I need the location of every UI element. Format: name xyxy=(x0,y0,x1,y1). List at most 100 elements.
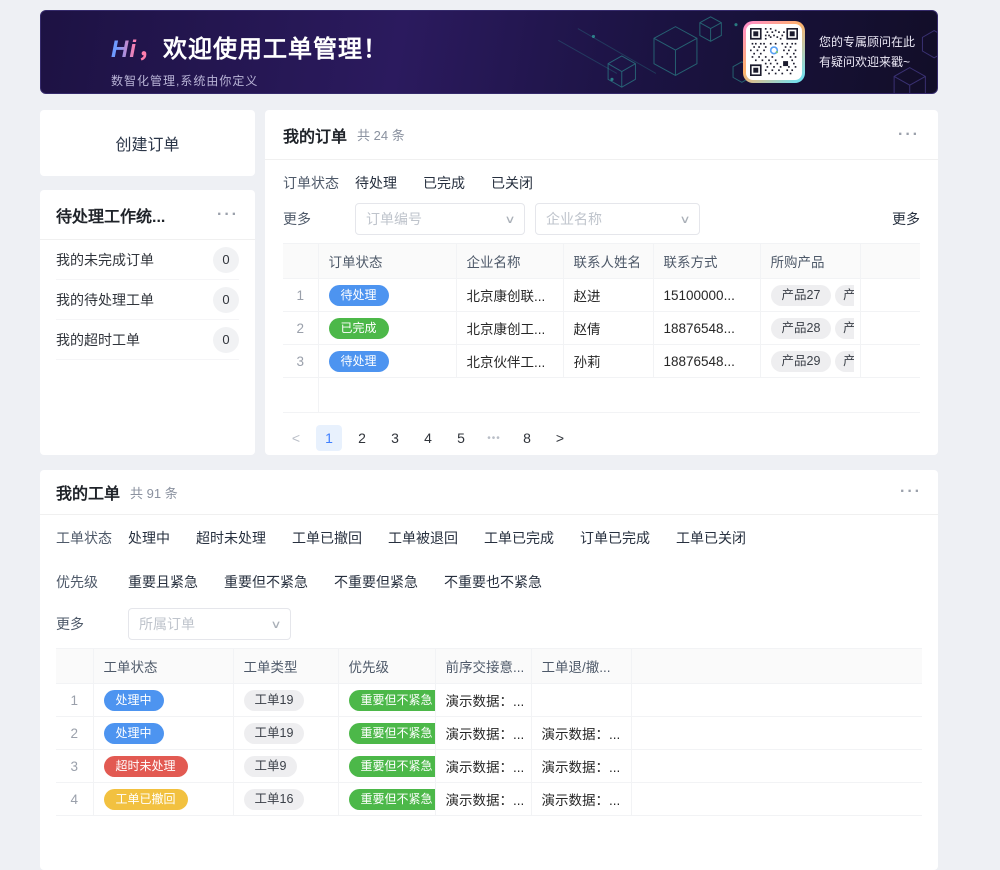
tickets-table: 工单状态 工单类型 优先级 前序交接意... 工单退/撤... 1 处理中 工单… xyxy=(56,648,922,816)
ticket-type-tag: 工单19 xyxy=(244,723,305,744)
count-badge: 0 xyxy=(213,247,239,273)
priority-option-not-important-urgent[interactable]: 不重要但紧急 xyxy=(334,572,418,592)
ticket-status-option-closed[interactable]: 工单已关闭 xyxy=(676,528,746,548)
ticket-type-tag: 工单9 xyxy=(244,756,298,777)
col-order-status: 订单状态 xyxy=(318,244,456,279)
stat-item-overtime-tickets[interactable]: 我的超时工单 0 xyxy=(56,320,239,360)
stat-item-pending-tickets[interactable]: 我的待处理工单 0 xyxy=(56,280,239,320)
count-badge: 0 xyxy=(213,287,239,313)
order-status-filter-row: 订单状态 待处理 已完成 已关闭 xyxy=(283,173,920,193)
pagination-page-4[interactable]: 4 xyxy=(415,425,441,451)
ticket-status-option-order-done[interactable]: 订单已完成 xyxy=(580,528,650,548)
order-row[interactable]: 1 待处理 北京康创联... 赵进 15100000... 产品27 产 xyxy=(283,279,920,312)
status-badge: 已完成 xyxy=(329,318,389,339)
tickets-more-filter-row: 更多 所属订单 ∨ xyxy=(56,608,922,640)
banner-hi: Hi xyxy=(111,36,138,63)
parent-order-select[interactable]: 所属订单 ∨ xyxy=(128,608,291,640)
qr-code xyxy=(743,21,805,83)
priority-label: 优先级 xyxy=(56,572,128,592)
order-row[interactable]: 3 待处理 北京伙伴工... 孙莉 18876548... 产品29 产 xyxy=(283,345,920,378)
order-status-option-closed[interactable]: 已关闭 xyxy=(491,173,533,193)
order-status-label: 订单状态 xyxy=(283,173,355,193)
order-row[interactable]: 2 已完成 北京康创工... 赵倩 18876548... 产品28 产 xyxy=(283,312,920,345)
create-order-button[interactable]: 创建订单 xyxy=(40,110,255,176)
tickets-more-label: 更多 xyxy=(56,614,128,634)
orders-more-icon[interactable]: ··· xyxy=(898,130,920,140)
status-badge: 工单已撤回 xyxy=(104,789,188,810)
order-number-select[interactable]: 订单编号 ∨ xyxy=(355,203,525,235)
my-tickets-card: 我的工单 共 91 条 ··· 工单状态 处理中 超时未处理 工单已撤回 工单被… xyxy=(40,470,938,870)
tickets-more-icon[interactable]: ··· xyxy=(900,487,922,497)
orders-more-filter-row: 更多 订单编号 ∨ 企业名称 ∨ 更多 xyxy=(283,203,920,235)
pagination-page-5[interactable]: 5 xyxy=(448,425,474,451)
stats-more-icon[interactable]: ··· xyxy=(217,210,239,220)
stats-card-title: 待处理工作统... xyxy=(56,203,165,227)
banner-greeting: 欢迎使用工单管理！ xyxy=(163,36,388,63)
priority-option-not-important-not-urgent[interactable]: 不重要也不紧急 xyxy=(444,572,542,592)
pagination-page-2[interactable]: 2 xyxy=(349,425,375,451)
ticket-status-option-ticket-done[interactable]: 工单已完成 xyxy=(484,528,554,548)
ticket-type-tag: 工单16 xyxy=(244,789,305,810)
ticket-row[interactable]: 1 处理中 工单19 重要但不紧急 演示数据：... xyxy=(56,684,922,717)
pagination-ellipsis[interactable]: ••• xyxy=(481,425,507,451)
product-tag-clipped: 产 xyxy=(835,351,854,372)
col-company: 企业名称 xyxy=(456,244,563,279)
order-status-option-done[interactable]: 已完成 xyxy=(423,173,465,193)
chevron-down-icon: ∨ xyxy=(679,213,690,226)
count-badge: 0 xyxy=(213,327,239,353)
banner-subtitle: 数智化管理,系统由你定义 xyxy=(111,72,388,89)
qr-caption: 您的专属顾问在此 有疑问欢迎来戳~ xyxy=(819,32,915,72)
status-badge: 处理中 xyxy=(104,690,164,711)
pagination-page-3[interactable]: 3 xyxy=(382,425,408,451)
orders-more-link[interactable]: 更多 xyxy=(892,209,920,229)
status-badge: 待处理 xyxy=(329,351,389,372)
stat-item-unfinished-orders[interactable]: 我的未完成订单 0 xyxy=(56,240,239,280)
qr-pattern xyxy=(750,28,798,76)
pagination-prev-icon[interactable]: < xyxy=(283,425,309,451)
ticket-row[interactable]: 4 工单已撤回 工单16 重要但不紧急 演示数据：... 演示数据：... xyxy=(56,783,922,816)
tickets-count: 共 91 条 xyxy=(130,483,178,502)
product-tag-clipped: 产 xyxy=(835,285,854,306)
ticket-row[interactable]: 3 超时未处理 工单9 重要但不紧急 演示数据：... 演示数据：... xyxy=(56,750,922,783)
tickets-table-header: 工单状态 工单类型 优先级 前序交接意... 工单退/撤... xyxy=(56,649,922,684)
col-contact: 联系人姓名 xyxy=(563,244,653,279)
order-status-option-pending[interactable]: 待处理 xyxy=(355,173,397,193)
col-phone: 联系方式 xyxy=(653,244,760,279)
pagination-page-1[interactable]: 1 xyxy=(316,425,342,451)
ticket-type-tag: 工单19 xyxy=(244,690,305,711)
banner-title: Hi，欢迎使用工单管理！ xyxy=(111,37,388,63)
orders-table-header: 订单状态 企业名称 联系人姓名 联系方式 所购产品 xyxy=(283,244,920,279)
orders-card-title: 我的订单 xyxy=(283,123,347,147)
priority-option-important-urgent[interactable]: 重要且紧急 xyxy=(128,572,198,592)
priority-filter-row: 优先级 重要且紧急 重要但不紧急 不重要但紧急 不重要也不紧急 xyxy=(56,572,922,592)
empty-row xyxy=(283,378,920,413)
orders-count: 共 24 条 xyxy=(357,125,405,144)
pending-stats-card: 待处理工作统... ··· 我的未完成订单 0 我的待处理工单 0 我的超时工单… xyxy=(40,190,255,455)
pagination-next-icon[interactable]: > xyxy=(547,425,573,451)
chevron-down-icon: ∨ xyxy=(504,213,515,226)
ticket-status-option-overtime[interactable]: 超时未处理 xyxy=(196,528,266,548)
product-tag: 产品29 xyxy=(771,351,832,372)
col-withdraw: 工单退/撤... xyxy=(531,649,631,684)
banner-comma: ， xyxy=(138,36,163,63)
my-orders-card: 我的订单 共 24 条 ··· 订单状态 待处理 已完成 已关闭 更多 订单编号… xyxy=(265,110,938,455)
ticket-status-filter-row: 工单状态 处理中 超时未处理 工单已撤回 工单被退回 工单已完成 订单已完成 工… xyxy=(56,528,922,548)
tickets-card-title: 我的工单 xyxy=(56,480,120,504)
ticket-status-option-withdrawn[interactable]: 工单已撤回 xyxy=(292,528,362,548)
ticket-row[interactable]: 2 处理中 工单19 重要但不紧急 演示数据：... 演示数据：... xyxy=(56,717,922,750)
orders-pagination: < 1 2 3 4 5 ••• 8 > xyxy=(283,425,920,451)
orders-table: 订单状态 企业名称 联系人姓名 联系方式 所购产品 1 待处理 北京康创联...… xyxy=(283,243,920,413)
orders-more-label: 更多 xyxy=(283,209,355,229)
company-name-select[interactable]: 企业名称 ∨ xyxy=(535,203,700,235)
col-ticket-type: 工单类型 xyxy=(233,649,338,684)
ticket-status-option-returned[interactable]: 工单被退回 xyxy=(388,528,458,548)
product-tag: 产品27 xyxy=(771,285,832,306)
priority-badge: 重要但不紧急 xyxy=(349,690,436,711)
priority-option-important-not-urgent[interactable]: 重要但不紧急 xyxy=(224,572,308,592)
pagination-page-8[interactable]: 8 xyxy=(514,425,540,451)
welcome-banner: Hi，欢迎使用工单管理！ 数智化管理,系统由你定义 xyxy=(40,10,938,94)
ticket-status-option-processing[interactable]: 处理中 xyxy=(128,528,170,548)
col-ticket-status: 工单状态 xyxy=(93,649,233,684)
status-badge: 超时未处理 xyxy=(104,756,188,777)
status-badge: 处理中 xyxy=(104,723,164,744)
